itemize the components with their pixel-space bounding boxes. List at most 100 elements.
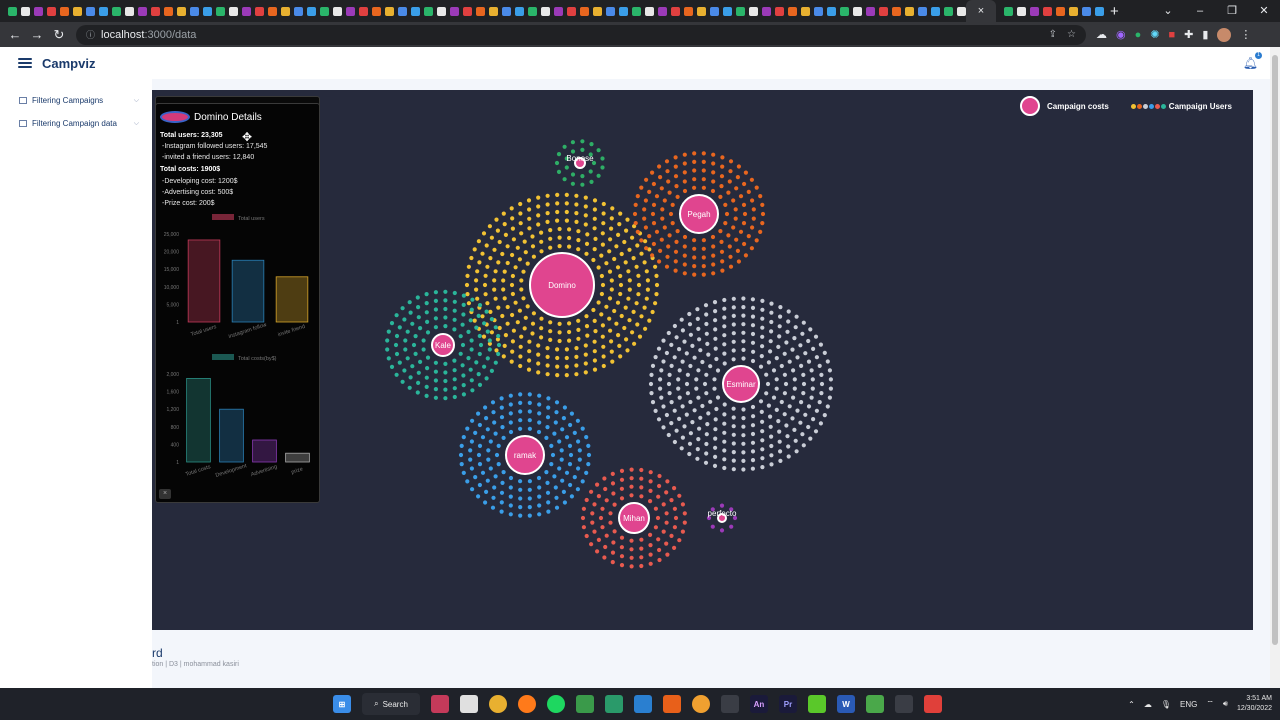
move-cursor-icon[interactable]: ✥ (242, 130, 252, 144)
tab-favicon-icon[interactable] (853, 6, 862, 16)
campaign-bubble-mihan[interactable]: Mihan (580, 467, 687, 569)
tab-favicon-icon[interactable] (606, 6, 615, 16)
tab-favicon-icon[interactable] (710, 6, 719, 16)
clock[interactable]: 3:51 AM 12/30/2022 (1237, 694, 1272, 714)
new-tab-button[interactable]: + (1110, 3, 1119, 20)
url-input[interactable]: ⓘ localhost:3000/data ⇪ ☆ (76, 24, 1086, 45)
bar[interactable] (231, 259, 265, 323)
tab-favicon-icon[interactable] (294, 6, 303, 16)
active-tab[interactable]: × (966, 0, 996, 22)
tab-favicon-icon[interactable] (840, 6, 849, 16)
tab-favicon-icon[interactable] (593, 6, 602, 16)
tab-favicon-icon[interactable] (775, 6, 784, 16)
blender-icon[interactable] (692, 695, 710, 713)
tab-favicon-icon[interactable] (1043, 6, 1052, 16)
tab-close-icon[interactable]: × (978, 5, 984, 17)
extension-red-icon[interactable]: ■ (1168, 29, 1175, 41)
tab-favicon-icon[interactable] (281, 6, 290, 16)
language-indicator[interactable]: ENG (1180, 700, 1197, 709)
tab-favicon-icon[interactable] (684, 6, 693, 16)
tab-favicons-right[interactable] (996, 0, 1104, 22)
tab-favicon-icon[interactable] (437, 6, 446, 16)
sidebar-item-filtering-campaigns[interactable]: Filtering Campaigns ⌵ (19, 96, 139, 105)
back-icon[interactable]: ← (4, 27, 26, 42)
tab-favicon-icon[interactable] (918, 6, 927, 16)
notification-bell-icon[interactable]: 🔔︎ 1 (1243, 52, 1262, 70)
tab-favicon-icon[interactable] (944, 6, 953, 16)
tab-favicon-icon[interactable] (60, 6, 69, 16)
tab-favicon-icon[interactable] (255, 6, 264, 16)
tab-favicons[interactable] (0, 0, 966, 22)
taskbar-search[interactable]: ⌕ Search (362, 693, 420, 715)
app-icon-3[interactable] (576, 695, 594, 713)
tab-favicon-icon[interactable] (307, 6, 316, 16)
tab-favicon-icon[interactable] (489, 6, 498, 16)
tab-favicon-icon[interactable] (112, 6, 121, 16)
tab-favicon-icon[interactable] (320, 6, 329, 16)
tab-favicon-icon[interactable] (866, 6, 875, 16)
tab-favicon-icon[interactable] (502, 6, 511, 16)
tab-favicon-icon[interactable] (346, 6, 355, 16)
page-scrollbar[interactable] (1270, 47, 1280, 688)
sidepanel-icon[interactable]: ▮ (1202, 28, 1208, 41)
tab-favicon-icon[interactable] (1004, 6, 1013, 16)
tab-favicon-icon[interactable] (203, 6, 212, 16)
tab-favicon-icon[interactable] (892, 6, 901, 16)
tab-favicon-icon[interactable] (788, 6, 797, 16)
tab-favicon-icon[interactable] (1017, 6, 1026, 16)
tab-favicon-icon[interactable] (1095, 6, 1104, 16)
menu-kebab-icon[interactable]: ⋮ (1240, 28, 1251, 41)
minimize-icon[interactable]: – (1184, 0, 1216, 22)
tab-favicon-icon[interactable] (21, 6, 30, 16)
campaign-bubble-perfecto[interactable]: perfecto (706, 503, 738, 533)
extension-green-icon[interactable]: ● (1135, 29, 1142, 41)
tab-favicon-icon[interactable] (1030, 6, 1039, 16)
tab-favicon-icon[interactable] (229, 6, 238, 16)
chrome-icon[interactable] (489, 695, 507, 713)
tab-favicon-icon[interactable] (879, 6, 888, 16)
extension-cloud-icon[interactable]: ☁ (1096, 28, 1107, 41)
tab-favicon-icon[interactable] (645, 6, 654, 16)
tab-favicon-icon[interactable] (385, 6, 394, 16)
tab-favicon-icon[interactable] (476, 6, 485, 16)
close-window-icon[interactable]: ✕ (1248, 0, 1280, 22)
tab-favicon-icon[interactable] (827, 6, 836, 16)
bar[interactable] (285, 452, 310, 463)
app-icon-6[interactable] (866, 695, 884, 713)
tab-favicon-icon[interactable] (151, 6, 160, 16)
tab-favicon-icon[interactable] (619, 6, 628, 16)
tab-favicon-icon[interactable] (164, 6, 173, 16)
tab-favicon-icon[interactable] (567, 6, 576, 16)
tab-favicon-icon[interactable] (242, 6, 251, 16)
tab-favicon-icon[interactable] (515, 6, 524, 16)
restore-icon[interactable]: ❐ (1216, 0, 1248, 22)
bookmark-star-icon[interactable]: ☆ (1067, 29, 1076, 40)
bar[interactable] (275, 276, 309, 323)
premiere-icon[interactable]: Pr (779, 695, 797, 713)
app-icon-1[interactable] (431, 695, 449, 713)
menu-icon[interactable] (18, 58, 32, 68)
app-icon-2[interactable] (460, 695, 478, 713)
tray-expand-icon[interactable]: ⌃ (1128, 700, 1135, 709)
tab-search-icon[interactable]: ⌄ (1152, 0, 1184, 22)
tab-favicon-icon[interactable] (528, 6, 537, 16)
tab-favicon-icon[interactable] (957, 6, 966, 16)
tab-favicon-icon[interactable] (463, 6, 472, 16)
tab-favicon-icon[interactable] (177, 6, 186, 16)
animate-icon[interactable]: An (750, 695, 768, 713)
campaign-bubble-domino[interactable]: Domino (464, 192, 660, 378)
campaign-bubble-ramak[interactable]: ramak (458, 392, 592, 518)
profile-avatar[interactable] (1217, 27, 1232, 42)
info-icon[interactable]: ⓘ (86, 28, 95, 41)
tab-favicon-icon[interactable] (905, 6, 914, 16)
tab-favicon-icon[interactable] (762, 6, 771, 16)
tab-favicon-icon[interactable] (658, 6, 667, 16)
tab-favicon-icon[interactable] (1069, 6, 1078, 16)
tab-favicon-icon[interactable] (671, 6, 680, 16)
tab-favicon-icon[interactable] (411, 6, 420, 16)
terminal-icon[interactable] (895, 695, 913, 713)
tab-favicon-icon[interactable] (632, 6, 641, 16)
tab-favicon-icon[interactable] (723, 6, 732, 16)
tab-favicon-icon[interactable] (554, 6, 563, 16)
tab-favicon-icon[interactable] (99, 6, 108, 16)
